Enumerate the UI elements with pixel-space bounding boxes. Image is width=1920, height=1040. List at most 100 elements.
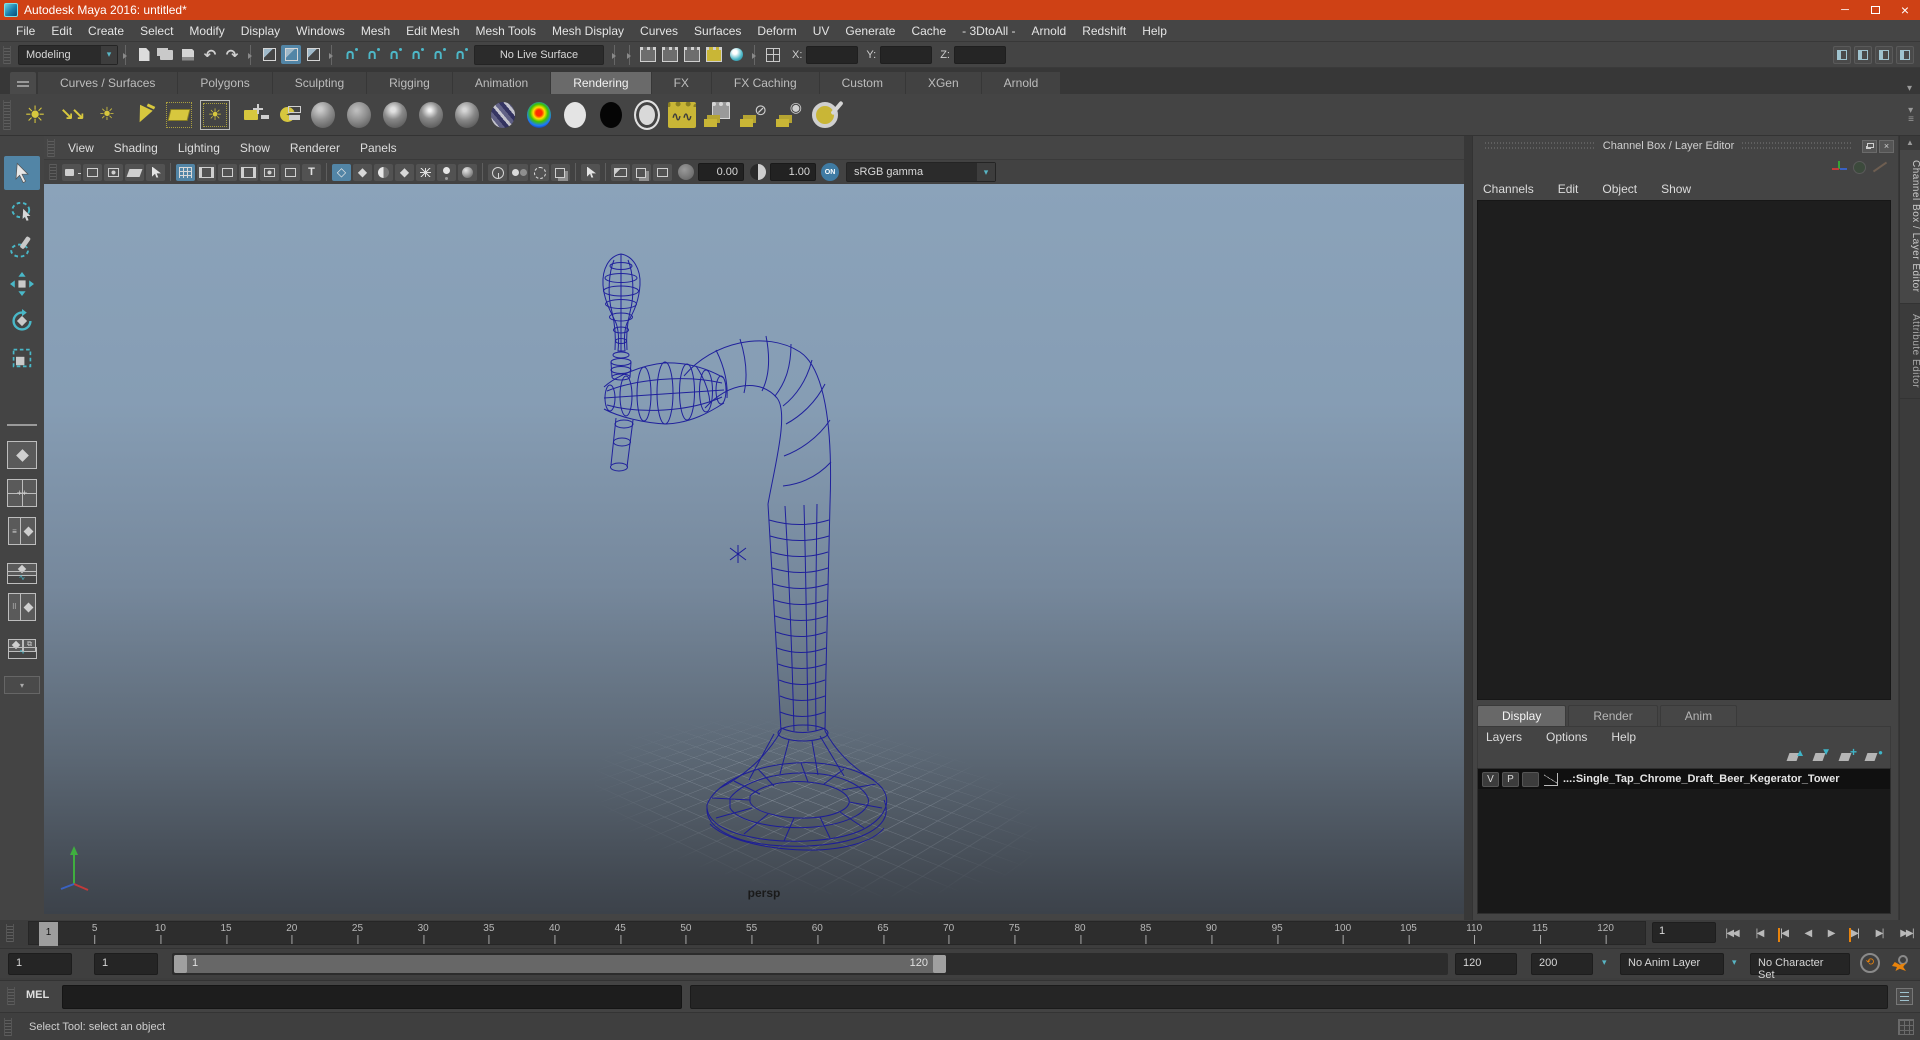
menu-item[interactable]: Display bbox=[233, 21, 288, 41]
lasso-tool[interactable] bbox=[4, 193, 40, 227]
layer-wireframe-icon[interactable] bbox=[1542, 772, 1560, 787]
play-forwards-button[interactable]: ▶ bbox=[1827, 926, 1836, 941]
menu-item[interactable]: Generate bbox=[837, 21, 903, 41]
color-management-toggle[interactable]: ON bbox=[821, 163, 839, 181]
drag-handle[interactable] bbox=[7, 987, 15, 1005]
layer-list[interactable]: V P ...:Single_Tap_Chrome_Draft_Beer_Keg… bbox=[1477, 768, 1891, 914]
batch-render-icon[interactable] bbox=[738, 100, 768, 130]
character-set-field[interactable]: No Character Set bbox=[1750, 953, 1850, 981]
shelf-tab[interactable]: Rendering bbox=[551, 72, 652, 94]
menu-item[interactable]: Create bbox=[80, 21, 132, 41]
drag-texture[interactable] bbox=[1742, 142, 1852, 150]
select-tool[interactable] bbox=[4, 156, 40, 190]
channel-box-menu-item[interactable]: Show bbox=[1661, 180, 1703, 198]
chevron-down-icon[interactable]: ▾ bbox=[977, 163, 995, 181]
render-settings-shelf-icon[interactable] bbox=[668, 101, 696, 128]
menu-item[interactable]: - 3DtoAll - bbox=[954, 21, 1023, 41]
shelf-tab[interactable]: Animation bbox=[452, 72, 552, 94]
lambert-material-icon[interactable] bbox=[344, 100, 374, 130]
wireframe-mode-icon[interactable] bbox=[332, 163, 351, 181]
xray-joints-icon[interactable] bbox=[530, 163, 549, 181]
select-component-icon[interactable] bbox=[303, 45, 323, 64]
modeling-toolkit-toggle-icon[interactable] bbox=[1833, 45, 1851, 64]
render-view-icon[interactable] bbox=[638, 45, 658, 64]
layer-name[interactable]: ...:Single_Tap_Chrome_Draft_Beer_Kegerat… bbox=[1563, 773, 1840, 785]
group-separator[interactable] bbox=[751, 44, 758, 65]
shelf-tab[interactable]: Arnold bbox=[981, 72, 1062, 94]
persp-outliner-layout-button[interactable]: ⧉ ∿ bbox=[3, 628, 41, 662]
use-all-lights-icon[interactable] bbox=[416, 163, 435, 181]
channel-list-empty[interactable] bbox=[1477, 200, 1891, 700]
float-panel-icon[interactable] bbox=[1862, 139, 1877, 153]
hypershade-persp-layout-button[interactable]: ⠿ bbox=[3, 590, 41, 624]
render-current-frame-icon[interactable] bbox=[660, 45, 680, 64]
menu-item[interactable]: Redshift bbox=[1074, 21, 1134, 41]
animation-start-field[interactable]: 1 bbox=[8, 953, 72, 975]
close-panel-icon[interactable]: × bbox=[1879, 139, 1894, 153]
layer-row[interactable]: V P ...:Single_Tap_Chrome_Draft_Beer_Keg… bbox=[1478, 769, 1890, 789]
drag-texture[interactable] bbox=[1485, 142, 1595, 150]
select-hierarchy-icon[interactable] bbox=[259, 45, 279, 64]
move-layer-up-icon[interactable] bbox=[1786, 748, 1805, 764]
bookmarks-icon[interactable] bbox=[104, 163, 123, 181]
attribute-editor-toggle-icon[interactable] bbox=[1854, 45, 1872, 64]
menu-item[interactable]: Cache bbox=[903, 21, 954, 41]
rotate-tool[interactable] bbox=[4, 304, 40, 338]
command-result-field[interactable] bbox=[690, 985, 1888, 1009]
chevron-down-icon[interactable]: ▾ bbox=[101, 45, 117, 64]
close-button[interactable]: × bbox=[1890, 0, 1920, 20]
tool-settings-toggle-icon[interactable] bbox=[1875, 45, 1893, 64]
command-language-label[interactable]: MEL bbox=[26, 989, 49, 1001]
layer-visible-toggle[interactable]: V bbox=[1482, 771, 1499, 787]
menu-item[interactable]: Deform bbox=[749, 21, 804, 41]
xray-icon[interactable] bbox=[509, 163, 528, 181]
step-back-frame-button[interactable]: |◀ bbox=[1754, 926, 1764, 941]
shaded-mode-icon[interactable] bbox=[353, 163, 372, 181]
shelf-overflow-icon[interactable]: ▾ bbox=[1899, 83, 1920, 94]
undo-icon[interactable]: ↶ bbox=[200, 45, 220, 64]
grid-toggle-icon[interactable] bbox=[176, 163, 195, 181]
step-back-key-button[interactable]: |◀ bbox=[1777, 926, 1789, 942]
camera-selection-icon[interactable] bbox=[581, 163, 600, 181]
move-layer-down-icon[interactable] bbox=[1812, 747, 1831, 764]
group-separator[interactable] bbox=[328, 44, 335, 65]
go-to-end-button[interactable]: ▶▶| bbox=[1899, 926, 1915, 941]
select-camera-icon[interactable] bbox=[62, 163, 81, 181]
time-slider[interactable]: 1 5 10 15 20 25 30 35 40 45 50 55 60 65 70 75 80 85 90 95 1… bbox=[28, 921, 1646, 946]
menu-item[interactable]: UV bbox=[805, 21, 838, 41]
pane-outliner-layout-button[interactable]: ≡ bbox=[3, 514, 41, 548]
paint-effects-icon[interactable] bbox=[810, 100, 840, 130]
play-backwards-button[interactable]: ◀ bbox=[1804, 926, 1813, 941]
camera-attributes-icon[interactable] bbox=[83, 163, 102, 181]
auto-keyframe-clock-icon[interactable]: ⟲ bbox=[1860, 953, 1880, 973]
pencil-icon[interactable] bbox=[1872, 161, 1888, 173]
move-tool[interactable] bbox=[4, 267, 40, 301]
panel-menu-item[interactable]: View bbox=[58, 139, 104, 157]
channel-box-menu-item[interactable]: Object bbox=[1602, 180, 1649, 198]
layer-editor-menu-item[interactable]: Help bbox=[1611, 728, 1648, 746]
scale-tool[interactable] bbox=[4, 341, 40, 375]
drag-handle[interactable] bbox=[49, 164, 57, 180]
two-sided-lighting-icon[interactable] bbox=[437, 163, 456, 181]
shelf-tab[interactable]: Polygons bbox=[178, 72, 273, 94]
shelf-tab[interactable]: Rigging bbox=[367, 72, 453, 94]
maximize-button[interactable] bbox=[1860, 0, 1890, 20]
channel-box-menu-item[interactable]: Edit bbox=[1558, 180, 1591, 198]
snap-projected-center-icon[interactable]: ∩ bbox=[406, 45, 426, 64]
new-scene-icon[interactable] bbox=[134, 45, 154, 64]
menu-item[interactable]: File bbox=[8, 21, 43, 41]
gamma-field[interactable]: 1.00 bbox=[770, 163, 816, 181]
render-settings-icon[interactable] bbox=[704, 45, 724, 64]
panel-menu-item[interactable]: Shading bbox=[104, 139, 168, 157]
phong-material-icon[interactable] bbox=[416, 100, 446, 130]
playback-end-field[interactable]: 120 bbox=[1455, 953, 1517, 975]
standard-material-icon[interactable] bbox=[308, 100, 338, 130]
menu-item[interactable]: Mesh Display bbox=[544, 21, 632, 41]
ramp-shader-icon[interactable] bbox=[524, 100, 554, 130]
swap-buffer-icon[interactable] bbox=[611, 163, 630, 181]
current-time-field[interactable]: 1 bbox=[1652, 922, 1716, 943]
animation-preferences-icon[interactable] bbox=[1890, 953, 1910, 973]
script-editor-icon[interactable] bbox=[1896, 988, 1913, 1005]
manipulator-axis-icon[interactable] bbox=[1831, 160, 1847, 174]
x-input[interactable] bbox=[806, 45, 859, 64]
